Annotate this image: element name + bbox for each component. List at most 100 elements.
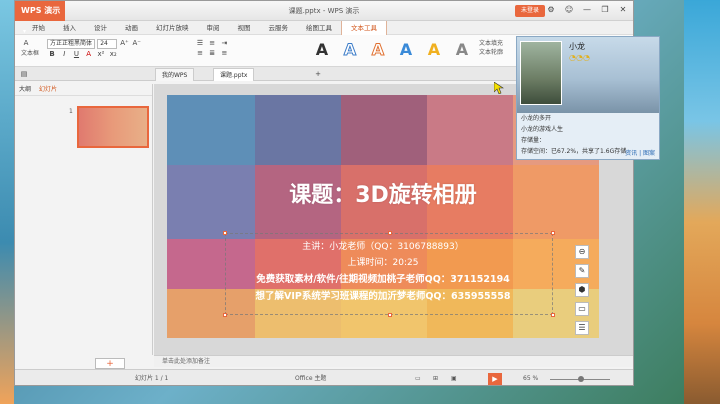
play-slideshow-button[interactable]: ▶ [488,373,502,385]
slide-title[interactable]: 课题：3D旋转相册 [167,177,599,209]
desktop-left-edge [0,0,14,404]
minimize-icon[interactable]: — [581,4,593,16]
bullet-list-icon[interactable]: ☰ [195,38,205,48]
theme-name: Office 主题 [295,375,327,382]
resize-handle[interactable] [223,313,227,317]
word-art-style-6[interactable]: A [453,39,471,61]
chevron-down-icon: ▾ [23,28,27,35]
floating-toolbar: ⊖ ✎ ⬢ ▭ ☰ [575,245,593,338]
tab-view[interactable]: 视图 [229,21,260,35]
font-group: 方正正粗黑简体 24 A⁺ A⁻ B I U A x² x₂ [47,38,142,59]
font-size-select[interactable]: 24 [97,39,118,49]
skin-icon[interactable]: ☺ [563,4,575,16]
collapse-icon[interactable]: ⊖ [575,245,589,259]
class-time-line[interactable]: 上课时间：20:25 [227,255,539,268]
tab-text-tools[interactable]: 文本工具 [341,20,387,35]
grow-font-icon[interactable]: A⁺ [119,38,129,48]
free-material-line[interactable]: 免费获取素材/软件/往期视频加桃子老师QQ：371152194 [207,271,559,285]
tab-my-wps[interactable]: 我的WPS [155,68,195,81]
paragraph-group: ☰ ≡ ⇥ ≡ ≣ ≡ [195,38,229,58]
textbox-label[interactable]: 文本框 [21,48,39,57]
shrink-font-icon[interactable]: A⁻ [132,38,142,48]
layers-icon[interactable]: ☰ [575,321,589,335]
zoom-slider-knob[interactable] [578,376,584,382]
status-bar: 幻灯片 1 / 1 Office 主题 ▭ ⊞ ▣ ▶ 65 % [15,369,633,385]
tab-review[interactable]: 审阅 [198,21,229,35]
tab-design[interactable]: 设计 [85,21,116,35]
tab-home[interactable]: 开始 [23,21,54,35]
slide-number: 1 [69,108,73,115]
word-art-style-5[interactable]: A [425,39,443,61]
text-effects-group: 文本填充 文本轮廓 [479,38,503,56]
resize-handle[interactable] [551,231,555,235]
align-right-icon[interactable]: ≡ [219,48,229,58]
font-name-select[interactable]: 方正正粗黑简体 [47,39,95,49]
vip-course-line[interactable]: 想了解VIP系统学习班课程的加沂梦老师QQ：635955558 [207,288,559,302]
folder-icon[interactable]: ▤ [19,69,29,79]
tab-slideshow[interactable]: 幻灯片放映 [147,21,198,35]
login-button[interactable]: 未登录 [515,5,545,17]
qq-nickname: 小龙 [569,42,585,51]
align-left-icon[interactable]: ≡ [195,48,205,58]
tab-outline[interactable]: 大纲 [15,84,35,95]
word-art-gallery: A A A A A A [313,39,471,61]
add-slide-button[interactable]: + [95,358,125,369]
underline-icon[interactable]: U [71,49,81,59]
tab-insert[interactable]: 插入 [54,21,85,35]
resize-handle[interactable] [388,313,392,317]
tab-slides[interactable]: 幻灯片 [35,84,61,95]
close-icon[interactable]: ✕ [617,4,629,16]
word-art-style-3[interactable]: A [369,39,387,61]
superscript-icon[interactable]: x² [96,49,106,59]
fill-icon[interactable]: ⬢ [575,283,589,297]
edit-icon[interactable]: ✎ [575,264,589,278]
tab-cloud[interactable]: 云服务 [260,21,298,35]
slide-position: 幻灯片 1 / 1 [135,375,169,382]
color-block [167,95,255,165]
qq-row-storage: 存储量： [521,137,546,144]
resize-handle[interactable] [388,231,392,235]
font-color-icon[interactable]: A [84,49,94,59]
view-normal-icon[interactable]: ▭ [415,370,421,385]
bold-icon[interactable]: B [47,49,57,59]
word-art-style-2[interactable]: A [341,39,359,61]
qq-row-game[interactable]: 小龙的游戏人生 [517,124,659,135]
panel-tabs: 大纲 幻灯片 [15,84,152,96]
outline-icon[interactable]: ▭ [575,302,589,316]
color-block [427,95,513,165]
slide-thumbnail[interactable] [77,106,149,148]
textbox-icon[interactable]: A [21,38,31,48]
view-sorter-icon[interactable]: ⊞ [433,370,438,385]
text-fill-button[interactable]: 文本填充 [479,38,503,47]
resize-handle[interactable] [551,313,555,317]
title-bar: WPS 演示▾ 课题.pptx - WPS 演示 未登录 ⚙ ☺ — ❐ ✕ [15,1,633,35]
settings-icon[interactable]: ⚙ [545,4,557,16]
textbox-group: A 文本框 [21,38,39,57]
numbered-list-icon[interactable]: ≡ [207,38,217,48]
text-outline-button[interactable]: 文本轮廓 [479,47,503,56]
tab-animation[interactable]: 动画 [116,21,147,35]
align-center-icon[interactable]: ≣ [207,48,217,58]
tab-drawing-tools[interactable]: 绘图工具 [297,21,341,35]
qq-links[interactable]: 资讯 | 图案 [625,148,655,157]
italic-icon[interactable]: I [59,49,69,59]
new-tab-icon[interactable]: + [313,69,323,79]
indent-icon[interactable]: ⇥ [219,38,229,48]
avatar[interactable] [520,41,562,105]
maximize-icon[interactable]: ❐ [599,4,611,16]
qq-header: 小龙 ◔◔◔ [517,37,659,113]
resize-handle[interactable] [223,231,227,235]
word-art-style-4[interactable]: A [397,39,415,61]
qq-profile-panel: 小龙 ◔◔◔ 小龙的多开 小龙的游戏人生 存储量： 存储空间：已67.2%，共享… [516,36,660,160]
slides-panel: 大纲 幻灯片 1 [15,84,153,355]
word-art-style-1[interactable]: A [313,39,331,61]
color-block [255,95,341,165]
zoom-level: 65 % [523,375,539,382]
qq-row-multi[interactable]: 小龙的多开 [517,113,659,124]
tab-document[interactable]: 课题.pptx [213,68,255,81]
mouse-cursor-icon [494,82,504,94]
notes-area[interactable]: 单击此处添加备注 [154,355,633,367]
presenter-line[interactable]: 主讲：小龙老师（QQ：3106788893） [227,239,539,252]
subscript-icon[interactable]: x₂ [108,49,118,59]
view-reading-icon[interactable]: ▣ [451,370,457,385]
